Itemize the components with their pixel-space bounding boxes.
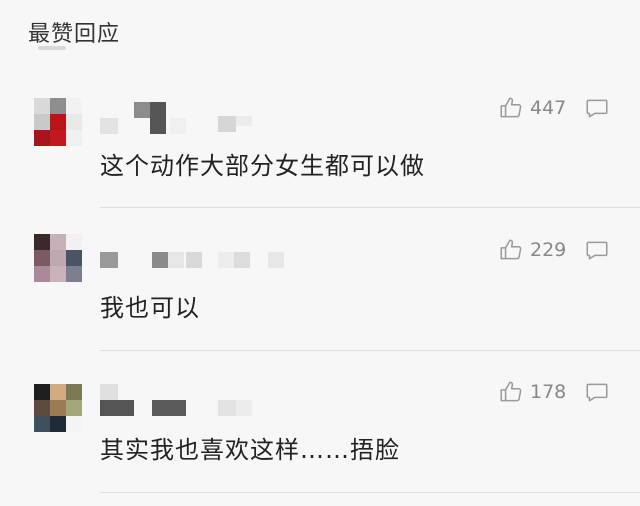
comment-bubble-icon[interactable]: [584, 237, 610, 263]
comment-item: 447 这个动作大部分女生都可以做: [0, 80, 640, 222]
comment-bubble-icon[interactable]: [584, 95, 610, 121]
avatar-pixel: [50, 114, 66, 130]
like-count: 447: [530, 97, 567, 119]
avatar-pixel: [34, 234, 50, 250]
divider: [100, 207, 640, 208]
like-button[interactable]: 178: [498, 379, 570, 405]
avatar-pixel: [66, 234, 82, 250]
comment-item: 178 其实我也喜欢这样……捂脸: [0, 364, 640, 506]
avatar-pixel: [34, 250, 50, 266]
like-count: 178: [530, 381, 567, 403]
avatar-pixel: [50, 384, 66, 400]
thumbs-up-icon: [500, 239, 522, 260]
like-button[interactable]: 229: [498, 237, 570, 263]
avatar-pixel: [34, 98, 50, 114]
avatar-pixel: [50, 400, 66, 416]
comment-actions: 447: [498, 93, 610, 123]
avatar-pixel: [34, 384, 50, 400]
avatar-pixel: [34, 114, 50, 130]
avatar-pixel: [66, 130, 82, 146]
avatar-pixel: [50, 98, 66, 114]
comment-item: 229 我也可以: [0, 222, 640, 364]
avatar-pixel: [50, 416, 66, 432]
tab-indicator: [38, 46, 66, 50]
comment-actions: 229: [498, 235, 610, 265]
avatar-pixel: [34, 400, 50, 416]
avatar[interactable]: [34, 384, 82, 432]
avatar-pixel: [34, 130, 50, 146]
comment-bubble-icon[interactable]: [584, 379, 610, 405]
avatar-pixel: [34, 266, 50, 282]
thumbs-up-icon: [500, 381, 522, 402]
avatar-pixel: [66, 114, 82, 130]
avatar[interactable]: [34, 98, 82, 146]
avatar-pixel: [66, 384, 82, 400]
comment-text: 其实我也喜欢这样……捂脸: [100, 436, 400, 464]
avatar-pixel: [50, 130, 66, 146]
avatar-pixel: [50, 266, 66, 282]
avatar-pixel: [50, 234, 66, 250]
avatar-pixel: [66, 98, 82, 114]
like-count: 229: [530, 239, 567, 261]
avatar-pixel: [66, 266, 82, 282]
avatar[interactable]: [34, 234, 82, 282]
avatar-pixel: [34, 416, 50, 432]
comment-text: 我也可以: [100, 294, 200, 322]
comment-text: 这个动作大部分女生都可以做: [100, 152, 425, 180]
avatar-pixel: [66, 416, 82, 432]
avatar-pixel: [66, 250, 82, 266]
section-title: 最赞回应: [28, 22, 121, 47]
comment-actions: 178: [498, 377, 610, 407]
thumbs-up-icon: [500, 97, 522, 118]
like-button[interactable]: 447: [498, 95, 570, 121]
avatar-pixel: [66, 400, 82, 416]
divider: [100, 350, 640, 351]
username[interactable]: [100, 102, 320, 150]
divider: [100, 492, 640, 493]
username[interactable]: [100, 252, 320, 292]
avatar-pixel: [50, 250, 66, 266]
username[interactable]: [100, 384, 320, 424]
